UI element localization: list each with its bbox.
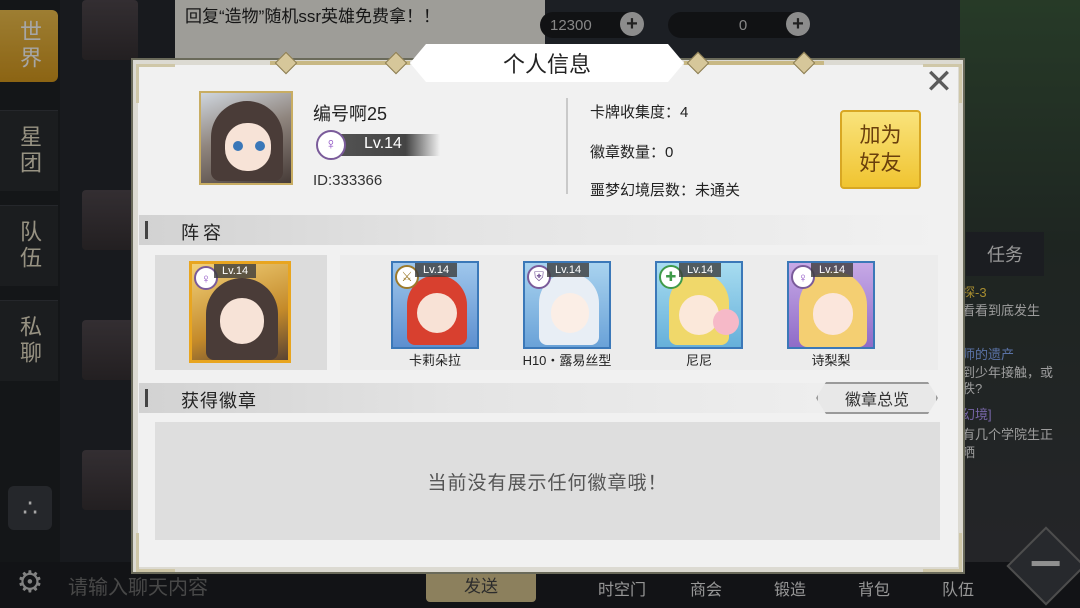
frame-corner (136, 64, 175, 103)
stat-value: 未通关 (695, 182, 741, 199)
member-card-4[interactable]: ♀ Lv.14 (787, 261, 875, 349)
add-friend-button[interactable]: 加为 好友 (840, 110, 921, 189)
member-name: H10・露易丝型 (522, 353, 612, 368)
stat-value: 4 (680, 104, 689, 121)
title-ornament (792, 51, 816, 75)
player-id: ID:333366 (313, 172, 383, 189)
member-name: 尼尼 (685, 353, 712, 368)
member-card-3[interactable]: ✚ Lv.14 (655, 261, 743, 349)
stat-card-collection: 卡牌收集度：4 (590, 101, 688, 122)
stat-nightmare-floor: 噩梦幻境层数：未通关 (590, 179, 740, 200)
modal-title-bar: 个人信息 (270, 44, 824, 86)
member-name: 诗梨梨 (811, 353, 851, 368)
player-name: 编号啊25 (313, 104, 388, 124)
member-level: Lv.14 (415, 263, 458, 277)
leader-level: Lv.14 (214, 264, 257, 278)
close-icon[interactable]: ✕ (920, 65, 958, 99)
member-level: Lv.14 (679, 263, 722, 277)
badge-section-title: 获得徽章 (181, 391, 257, 411)
lineup-title: 阵容 (181, 223, 225, 243)
divider (566, 98, 568, 194)
add-friend-label: 加为 好友 (859, 123, 902, 175)
member-level: Lv.14 (547, 263, 590, 277)
title-ornament (274, 51, 298, 75)
member-card-2[interactable]: ⛨ Lv.14 (523, 261, 611, 349)
player-level: Lv.14 (364, 135, 402, 152)
stat-label: 徽章数量： (590, 144, 666, 161)
badge-display-area: 当前没有展示任何徽章哦！ (155, 422, 940, 540)
stat-badge-count: 徽章数量：0 (590, 141, 673, 162)
lineup-section-header: 阵容 (139, 215, 939, 245)
leader-card[interactable]: ♀ Lv.14 (189, 261, 291, 363)
empty-badge-message: 当前没有展示任何徽章哦！ (427, 472, 668, 494)
player-level-plate: Lv.14 ♀ (312, 128, 440, 162)
player-avatar[interactable] (199, 91, 293, 185)
title-ornament (686, 51, 710, 75)
member-name: 卡莉朵拉 (408, 353, 461, 368)
member-level: Lv.14 (811, 263, 854, 277)
title-ornament (384, 51, 408, 75)
stat-label: 噩梦幻境层数： (590, 182, 696, 199)
female-symbol-icon: ♀ (316, 130, 346, 160)
stat-label: 卡牌收集度： (590, 104, 681, 121)
modal-title: 个人信息 (410, 44, 684, 82)
member-card-1[interactable]: ⚔ Lv.14 (391, 261, 479, 349)
badge-overview-button[interactable]: 徽章总览 (816, 382, 938, 414)
stat-value: 0 (665, 144, 674, 161)
